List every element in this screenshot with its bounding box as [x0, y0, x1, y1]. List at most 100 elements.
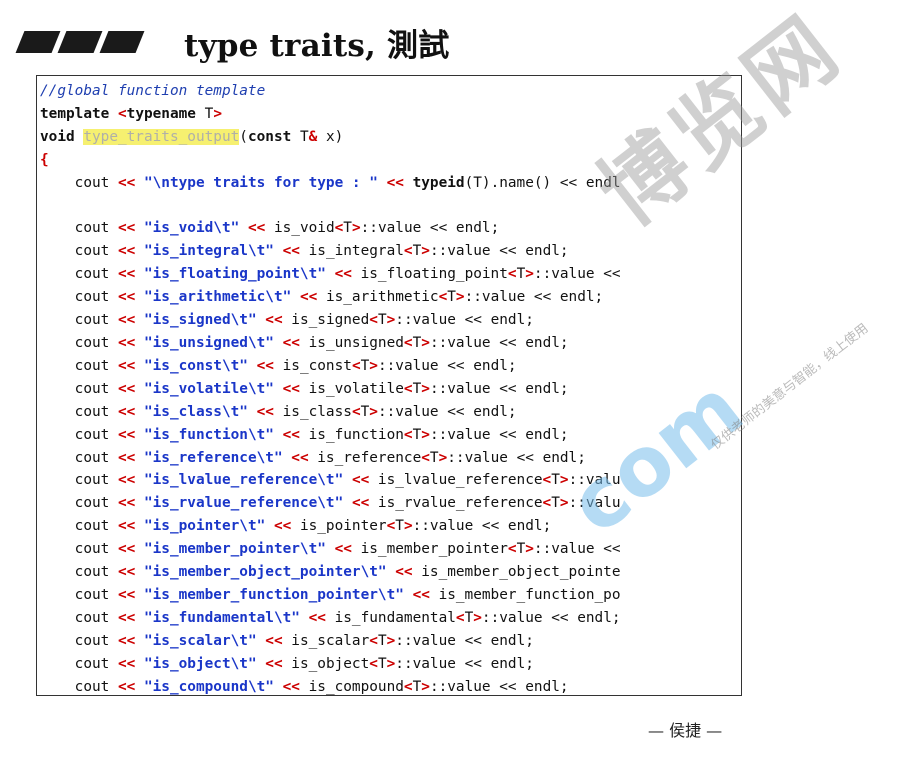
cout-token: cout — [40, 586, 118, 603]
template-arg: T — [551, 472, 560, 489]
trait-tail: ::value << endl; — [377, 357, 517, 374]
template-arg: T — [447, 289, 456, 306]
trait-tail: ::value << endl; — [429, 678, 569, 695]
trait-line: cout << "is_function\t" << is_function<T… — [40, 427, 569, 443]
trait-line: cout << "is_volatile\t" << is_volatile<T… — [40, 381, 569, 397]
angle-close: > — [386, 632, 396, 649]
cout-token: cout — [40, 334, 118, 351]
stream-operator: << — [395, 564, 413, 581]
trait-call: is_rvalue_reference — [369, 495, 543, 512]
angle-open: < — [386, 518, 396, 535]
cout-token: cout — [40, 220, 118, 237]
cout-token: cout — [40, 243, 118, 260]
stream-operator: << — [282, 334, 300, 351]
stream-operator: << — [282, 380, 300, 397]
stream-operator: << — [265, 632, 283, 649]
angle-close: > — [386, 655, 396, 672]
angle-close: > — [421, 334, 430, 351]
trait-string: "is_unsigned\t" — [143, 334, 274, 351]
template-arg: T — [464, 609, 474, 626]
trait-string: "is_member_object_pointer\t" — [143, 564, 387, 581]
trait-tail: ::value << endl; — [429, 380, 569, 397]
cout-token: cout — [40, 289, 118, 306]
trait-string: "is_class\t" — [143, 403, 248, 420]
trait-string: "is_member_function_pointer\t" — [143, 586, 404, 603]
trait-call: is_member_pointer — [351, 541, 508, 558]
trait-tail: ::value << endl; — [360, 220, 500, 237]
trait-call: is_volatile — [299, 380, 404, 397]
angle-close: > — [473, 609, 482, 626]
template-arg: T — [429, 449, 439, 466]
void-keyword: void — [40, 128, 75, 145]
angle-close: > — [525, 541, 534, 558]
trait-tail: ::value << endl; — [395, 632, 534, 649]
param-name: x) — [317, 128, 344, 145]
angle-open: < — [455, 609, 465, 626]
trait-tail: ::value << endl; — [395, 312, 534, 329]
stream-operator: << — [351, 495, 370, 512]
stream-operator: << — [117, 380, 136, 397]
stream-operator: << — [291, 449, 309, 466]
author-footer: — 侯捷 — — [648, 721, 723, 740]
trait-tail: ::value << — [533, 541, 621, 558]
trait-call: is_function — [299, 426, 404, 443]
const-keyword: const — [247, 128, 292, 145]
trait-line: cout << "is_fundamental\t" << is_fundame… — [40, 610, 621, 626]
angle-open: < — [403, 380, 413, 397]
cout-token: cout — [40, 655, 118, 672]
angle-open: < — [334, 220, 344, 237]
cout-token: cout — [40, 380, 118, 397]
stream-operator: << — [117, 403, 136, 420]
stream-operator: << — [117, 564, 136, 581]
angle-open: < — [438, 289, 448, 306]
trait-call: is_fundamental — [325, 609, 456, 626]
cout-token: cout — [40, 472, 118, 489]
trait-line: cout << "is_member_pointer\t" << is_memb… — [40, 541, 621, 557]
trait-call: is_pointer — [291, 518, 387, 535]
trait-line: cout << "is_signed\t" << is_signed<T>::v… — [40, 312, 534, 328]
cout-token: cout — [40, 357, 118, 374]
trait-string: "is_integral\t" — [143, 243, 274, 260]
stream-operator: << — [256, 357, 274, 374]
stream-operator: << — [299, 289, 318, 306]
trait-call: is_class — [273, 403, 352, 420]
trait-call: is_void — [265, 220, 335, 237]
angle-open: < — [421, 449, 430, 466]
template-arg: T — [516, 541, 526, 558]
stream-operator: << — [117, 541, 136, 558]
angle-close: > — [369, 357, 378, 374]
template-arg: T — [377, 632, 387, 649]
slide-title-row: type traits, 測試 — [15, 22, 449, 64]
title-bullet-3 — [99, 31, 145, 53]
cout-token: cout — [40, 495, 118, 512]
trait-string: "is_rvalue_reference\t" — [143, 495, 344, 512]
trait-tail: ::value << endl; — [377, 403, 517, 420]
stream-operator: << — [308, 609, 326, 626]
code-listing-box: //global function template template < typ… — [36, 75, 742, 696]
code-listing: //global function template template < typ… — [40, 83, 621, 695]
template-arg: T — [360, 357, 370, 374]
trait-line: cout << "is_unsigned\t" << is_unsigned<T… — [40, 335, 569, 351]
stream-operator: << — [247, 220, 266, 237]
trait-call: is_const — [273, 357, 352, 374]
stream-operator: << — [117, 266, 136, 283]
template-arg: T — [412, 380, 422, 397]
trait-line: cout << "is_object\t" << is_object<T>::v… — [40, 656, 534, 672]
trait-line: cout << "is_lvalue_reference\t" << is_lv… — [40, 472, 621, 488]
angle-open: < — [403, 678, 413, 695]
trait-string: "is_object\t" — [143, 655, 257, 672]
function-name-highlighted: type_traits_output — [83, 128, 240, 145]
typename-keyword: typename — [126, 105, 196, 122]
trait-call: is_object — [282, 655, 370, 672]
angle-open: < — [369, 632, 378, 649]
angle-open: < — [507, 541, 517, 558]
cout-token: cout — [40, 449, 118, 466]
trait-tail: ::value << endl; — [429, 243, 569, 260]
trait-line: cout << "is_arithmetic\t" << is_arithmet… — [40, 289, 604, 306]
trait-call: is_arithmetic — [317, 289, 439, 306]
stream-operator: << — [117, 655, 136, 672]
angle-open: < — [369, 312, 378, 329]
template-arg: T — [343, 220, 352, 237]
trait-tail: ::valu — [568, 472, 621, 489]
trait-tail: ::value << endl; — [464, 289, 604, 306]
